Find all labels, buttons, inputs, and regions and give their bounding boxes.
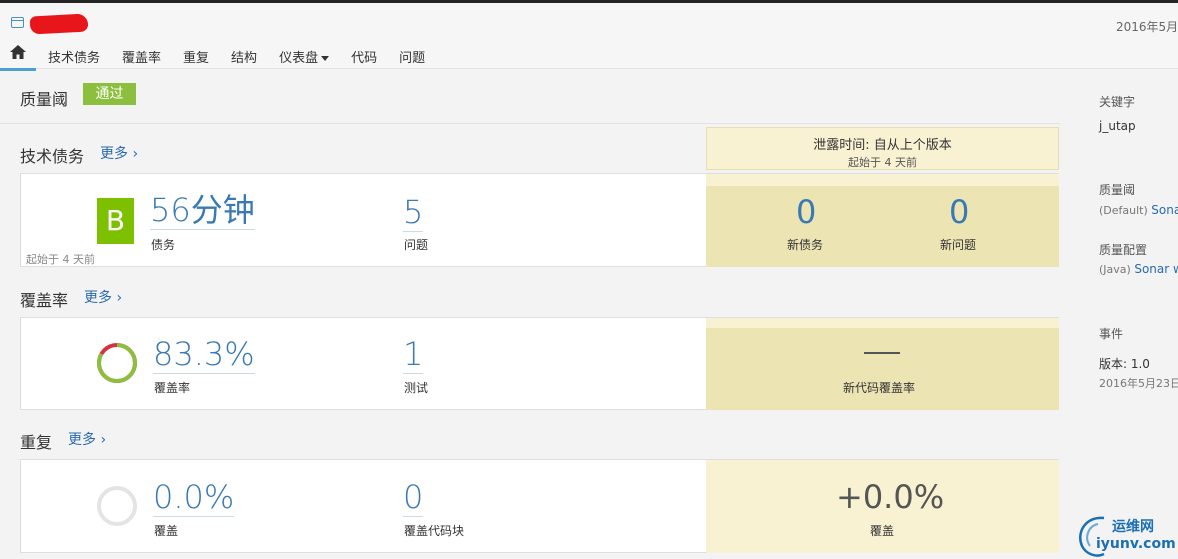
nav-dashboards-label: 仪表盘	[279, 51, 319, 66]
coverage-leak-strip	[706, 318, 1059, 328]
watermark-line2: iyunv.com	[1096, 536, 1176, 552]
redacted-project-name	[29, 13, 89, 35]
duplication-donut-track	[97, 486, 137, 526]
quality-profile-label: 质量配置	[1099, 243, 1148, 257]
new-debt-label: 新债务	[787, 238, 824, 252]
divider	[0, 123, 1060, 124]
watermark-line1: 运维网	[1112, 519, 1154, 535]
new-duplication-label: 覆盖	[870, 524, 895, 538]
duplicated-blocks-value[interactable]: 0	[403, 478, 424, 517]
nav-duplication[interactable]: 重复	[183, 41, 209, 66]
nav-tech-debt[interactable]: 技术债务	[48, 41, 100, 66]
nav-home[interactable]	[0, 41, 36, 71]
tech-debt-leak-strip	[706, 174, 1059, 186]
new-issues-label: 新问题	[940, 238, 977, 252]
coverage-donut	[97, 343, 137, 383]
leak-period-subtitle: 起始于 4 天前	[848, 156, 917, 169]
duplication-value[interactable]: 0.0%	[153, 478, 235, 517]
project-nav: 技术债务 覆盖率 重复 结构 仪表盘 代码 问题	[0, 41, 435, 71]
debt-value[interactable]: 56分钟	[150, 191, 255, 230]
tests-value[interactable]: 1	[403, 335, 424, 374]
issues-label: 问题	[404, 238, 429, 252]
events-label: 事件	[1099, 327, 1124, 341]
tech-debt-more-link[interactable]: 更多 ›	[100, 143, 138, 163]
new-duplication-value[interactable]: +0.0%	[836, 478, 944, 516]
issues-value[interactable]: 5	[403, 193, 424, 232]
tech-debt-title: 技术债务	[20, 147, 85, 166]
duplicated-blocks-label: 覆盖代码块	[404, 524, 465, 538]
new-issues-value[interactable]: 0	[949, 193, 969, 231]
debt-since-note: 起始于 4 天前	[26, 253, 95, 266]
quality-profile-link[interactable]: Sonar w	[1134, 262, 1178, 276]
new-coverage-value	[864, 352, 900, 354]
nav-coverage[interactable]: 覆盖率	[122, 41, 161, 66]
key-value: j_utap	[1099, 119, 1136, 133]
project-header: 2016年5月2 技术债务 覆盖率 重复 结构 仪表盘 代码 问题	[0, 3, 1178, 71]
quality-gate-status-badge: 通过	[83, 83, 136, 105]
coverage-leak-panel	[706, 328, 1059, 410]
quality-gate-label: 质量阈	[1099, 183, 1136, 197]
debt-rating-badge: B	[97, 198, 134, 244]
quality-gate-link[interactable]: Sona	[1151, 203, 1178, 217]
project-meta-sidebar: 关键字 j_utap 质量阈 (Default) Sona 质量配置 (Java…	[1078, 69, 1178, 559]
new-debt-value[interactable]: 0	[796, 193, 816, 231]
duplication-more-link[interactable]: 更多 ›	[68, 429, 106, 449]
coverage-more-link[interactable]: 更多 ›	[84, 287, 122, 307]
quality-gate-default: (Default)	[1099, 204, 1148, 217]
coverage-value[interactable]: 83.3%	[153, 335, 255, 374]
new-coverage-label: 新代码覆盖率	[843, 381, 916, 395]
project-icon	[11, 17, 24, 28]
tech-debt-leak-panel	[706, 186, 1059, 267]
quality-gate-info: (Default) Sona	[1099, 203, 1178, 217]
duplication-title: 重复	[20, 433, 53, 452]
leak-period-title: 泄露时间: 自从上个版本	[813, 138, 952, 153]
nav-dashboards[interactable]: 仪表盘	[279, 41, 330, 66]
nav-issues[interactable]: 问题	[399, 41, 425, 66]
quality-profile-info: (Java) Sonar w	[1099, 262, 1178, 276]
analysis-date: 2016年5月2	[1116, 20, 1178, 34]
coverage-label: 覆盖率	[154, 381, 191, 395]
quality-profile-lang: (Java)	[1099, 263, 1131, 276]
duplication-label: 覆盖	[154, 524, 179, 538]
leak-period-header: 泄露时间: 自从上个版本 起始于 4 天前	[706, 127, 1059, 170]
debt-label: 债务	[151, 238, 176, 252]
nav-structure[interactable]: 结构	[231, 41, 257, 66]
tests-label: 测试	[404, 381, 429, 395]
duplication-donut	[97, 486, 137, 526]
home-icon	[10, 45, 26, 59]
quality-gate-title: 质量阈	[20, 90, 69, 109]
watermark: 运维网 iyunv.com	[1074, 512, 1178, 559]
coverage-title: 覆盖率	[20, 291, 69, 310]
event-version: 版本: 1.0	[1099, 357, 1150, 371]
event-date: 2016年5月23日	[1099, 377, 1178, 390]
chevron-down-icon	[321, 56, 330, 61]
nav-code[interactable]: 代码	[351, 41, 377, 66]
key-label: 关键字	[1099, 95, 1136, 109]
